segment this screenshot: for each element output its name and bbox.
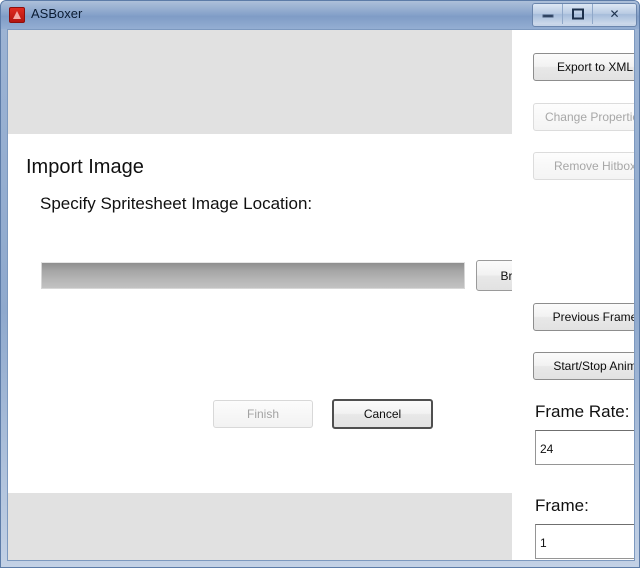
previous-frame-button[interactable]: Previous Frame [533, 303, 634, 331]
window-controls: ✕ [532, 3, 637, 27]
title-bar[interactable]: ASBoxer ✕ [1, 1, 639, 29]
client-area: Import Image Specify Spritesheet Image L… [7, 29, 635, 561]
tools-sidebar: Export to XML Change Properties Remove H… [512, 30, 634, 560]
spritesheet-location-label: Specify Spritesheet Image Location: [40, 194, 313, 213]
frame-rate-input[interactable] [535, 430, 634, 465]
minimize-icon [542, 14, 553, 18]
import-image-dialog: Import Image Specify Spritesheet Image L… [8, 134, 575, 493]
asboxer-app-icon [9, 7, 25, 23]
frame-input[interactable] [535, 524, 634, 559]
change-properties-button[interactable]: Change Properties [533, 103, 634, 131]
page-title: Import Image [26, 156, 144, 178]
close-icon: ✕ [609, 7, 620, 21]
window-title: ASBoxer [31, 6, 83, 21]
minimize-button[interactable] [533, 4, 563, 24]
top-canvas-panel [8, 30, 512, 134]
app-icon-triangle [13, 11, 21, 19]
maximize-icon [571, 8, 584, 20]
frame-label: Frame: [535, 496, 589, 515]
application-window: ASBoxer ✕ Import Image Specify Spriteshe… [0, 0, 640, 568]
spritesheet-path-input[interactable] [41, 262, 465, 289]
cancel-button[interactable]: Cancel [332, 399, 433, 429]
export-to-xml-button[interactable]: Export to XML [533, 53, 634, 81]
bottom-canvas-panel [8, 493, 512, 560]
close-button[interactable]: ✕ [593, 4, 636, 24]
finish-button[interactable]: Finish [213, 400, 313, 428]
remove-hitbox-button[interactable]: Remove Hitbox [533, 152, 634, 180]
frame-rate-label: Frame Rate: [535, 402, 630, 421]
start-stop-anim-button[interactable]: Start/Stop Anim [533, 352, 634, 380]
maximize-button[interactable] [563, 4, 593, 24]
